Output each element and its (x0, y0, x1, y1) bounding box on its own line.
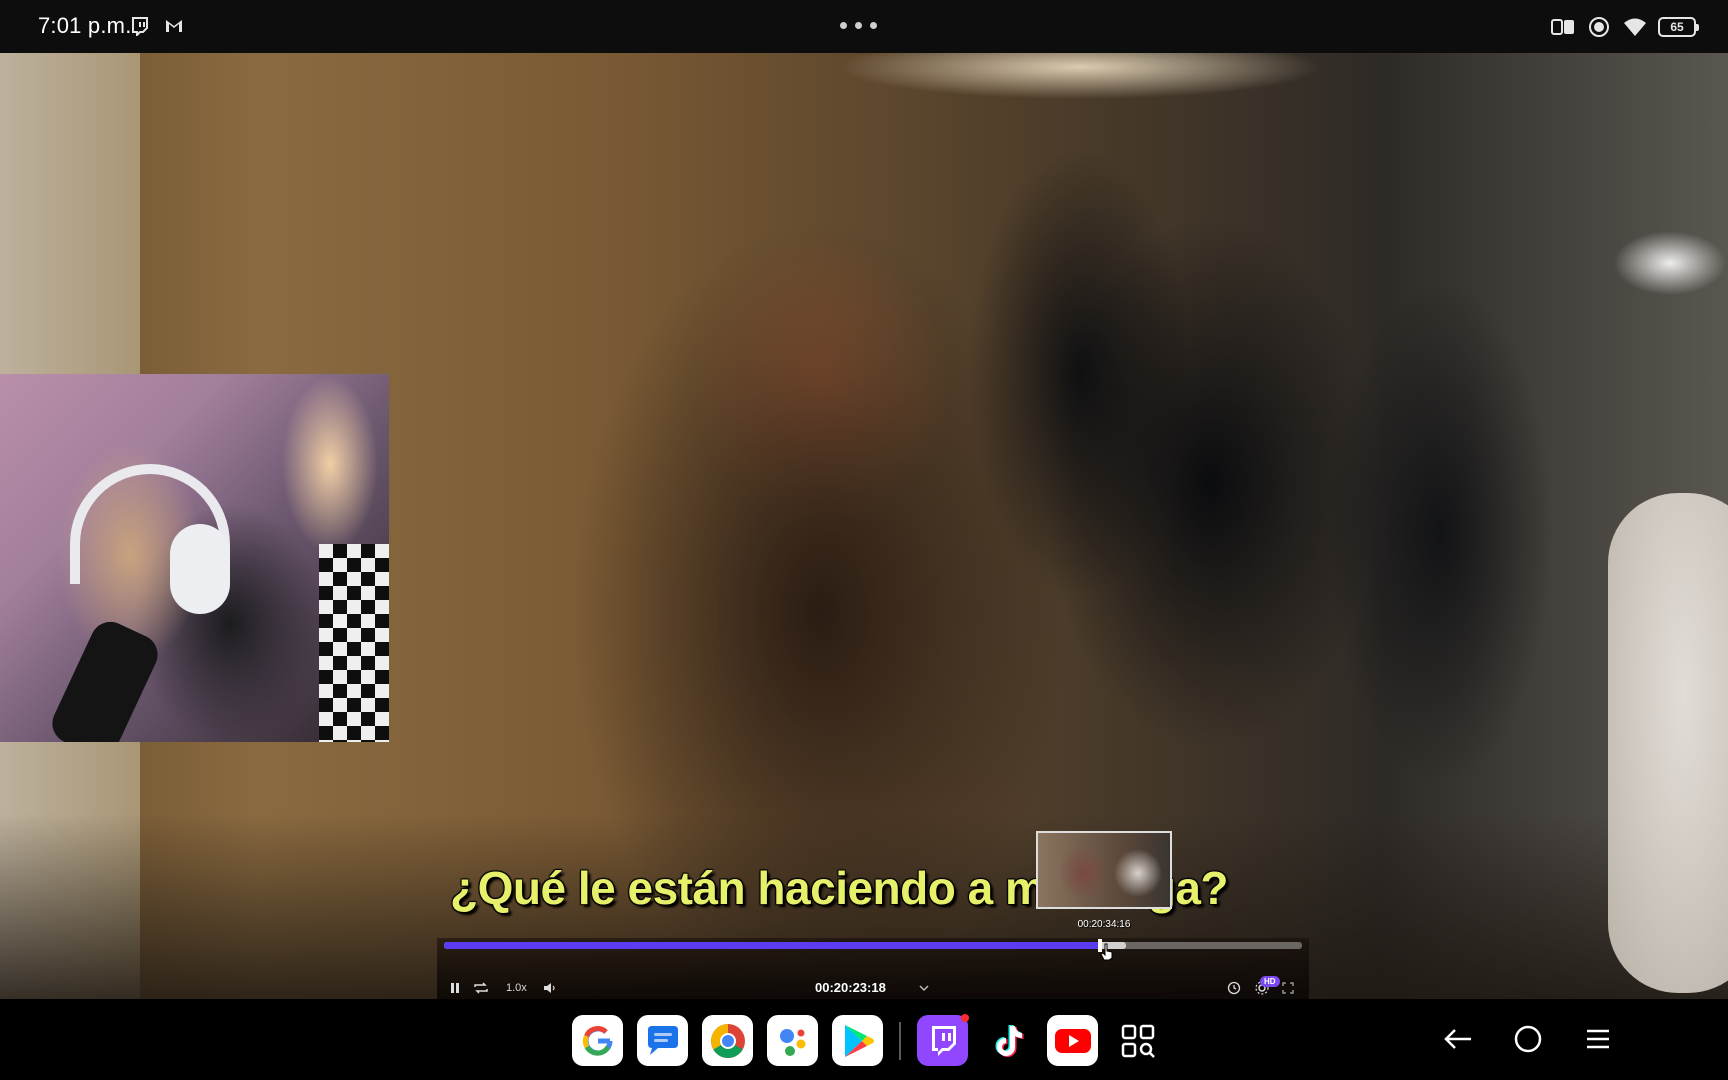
google-icon (582, 1025, 612, 1056)
back-icon (1444, 1029, 1471, 1049)
app-dock (572, 1014, 1163, 1066)
youtube-icon (1054, 1028, 1091, 1053)
battery-indicator: 65 (1658, 17, 1699, 37)
quality-badge: HD (1260, 976, 1280, 987)
chrome-app[interactable] (702, 1015, 753, 1066)
status-bar: 7:01 p.m. 65 (0, 0, 1728, 53)
play-store-icon (844, 1024, 874, 1057)
timer-button[interactable] (1227, 980, 1241, 996)
home-button[interactable] (1508, 1019, 1548, 1059)
pause-button[interactable] (449, 980, 461, 996)
progress-played (444, 942, 1101, 949)
pause-icon (451, 983, 459, 993)
video-background-person (1608, 493, 1728, 993)
timer-icon (1227, 981, 1241, 995)
recents-icon (1587, 1029, 1609, 1049)
chrome-icon (710, 1023, 745, 1058)
dock-separator (899, 1021, 901, 1060)
messages-app[interactable] (637, 1015, 688, 1066)
app-drawer-icon (1121, 1024, 1155, 1058)
notification-dot (961, 1014, 969, 1022)
messages-icon (647, 1025, 678, 1055)
loop-button[interactable] (473, 980, 489, 996)
fullscreen-button[interactable] (1282, 980, 1294, 996)
volume-icon (544, 983, 555, 993)
streamer-webcam-overlay (0, 374, 389, 742)
chevron-down-icon (919, 985, 929, 992)
gmail-notification-icon (166, 20, 182, 32)
mouse-cursor-icon (1100, 943, 1113, 961)
progress-bar[interactable] (444, 939, 1302, 952)
tiktok-icon (995, 1024, 1023, 1057)
time-format-dropdown[interactable] (919, 980, 929, 996)
youtube-app[interactable] (1047, 1015, 1098, 1066)
google-app[interactable] (572, 1015, 623, 1066)
recents-button[interactable] (1578, 1019, 1618, 1059)
twitch-notification-icon (132, 17, 148, 36)
reading-mode-icon (1550, 14, 1576, 40)
video-player[interactable]: ¿Qué le están haciendo a mi amiga? (0, 53, 1728, 999)
loop-icon (474, 982, 488, 994)
current-time: 00:20:23:18 (815, 980, 886, 995)
assistant-app[interactable] (767, 1015, 818, 1066)
twitch-app[interactable] (917, 1014, 969, 1066)
seek-preview-time: 00:20:34:16 (1077, 919, 1131, 930)
navigation-bar (0, 999, 1728, 1080)
volume-button[interactable] (543, 980, 557, 996)
app-drawer-button[interactable] (1112, 1015, 1163, 1066)
more-dots-icon[interactable] (840, 22, 877, 29)
seek-preview-thumbnail (1036, 831, 1172, 909)
assistant-icon (779, 1028, 805, 1056)
screen-record-icon (1586, 14, 1612, 40)
video-subtitle: ¿Qué le están haciendo a mi amiga? (450, 862, 1229, 914)
twitch-icon (931, 1025, 956, 1056)
status-time: 7:01 p.m. (38, 13, 132, 38)
wifi-icon (1622, 14, 1648, 40)
player-controls: 1.0x 00:20:23:18 HD (437, 938, 1309, 999)
tiktok-app[interactable] (982, 1015, 1033, 1066)
fullscreen-icon (1282, 982, 1294, 994)
speed-button[interactable]: 1.0x (506, 980, 527, 996)
back-button[interactable] (1438, 1019, 1478, 1059)
play-store-app[interactable] (832, 1015, 883, 1066)
home-icon (1514, 1025, 1542, 1053)
